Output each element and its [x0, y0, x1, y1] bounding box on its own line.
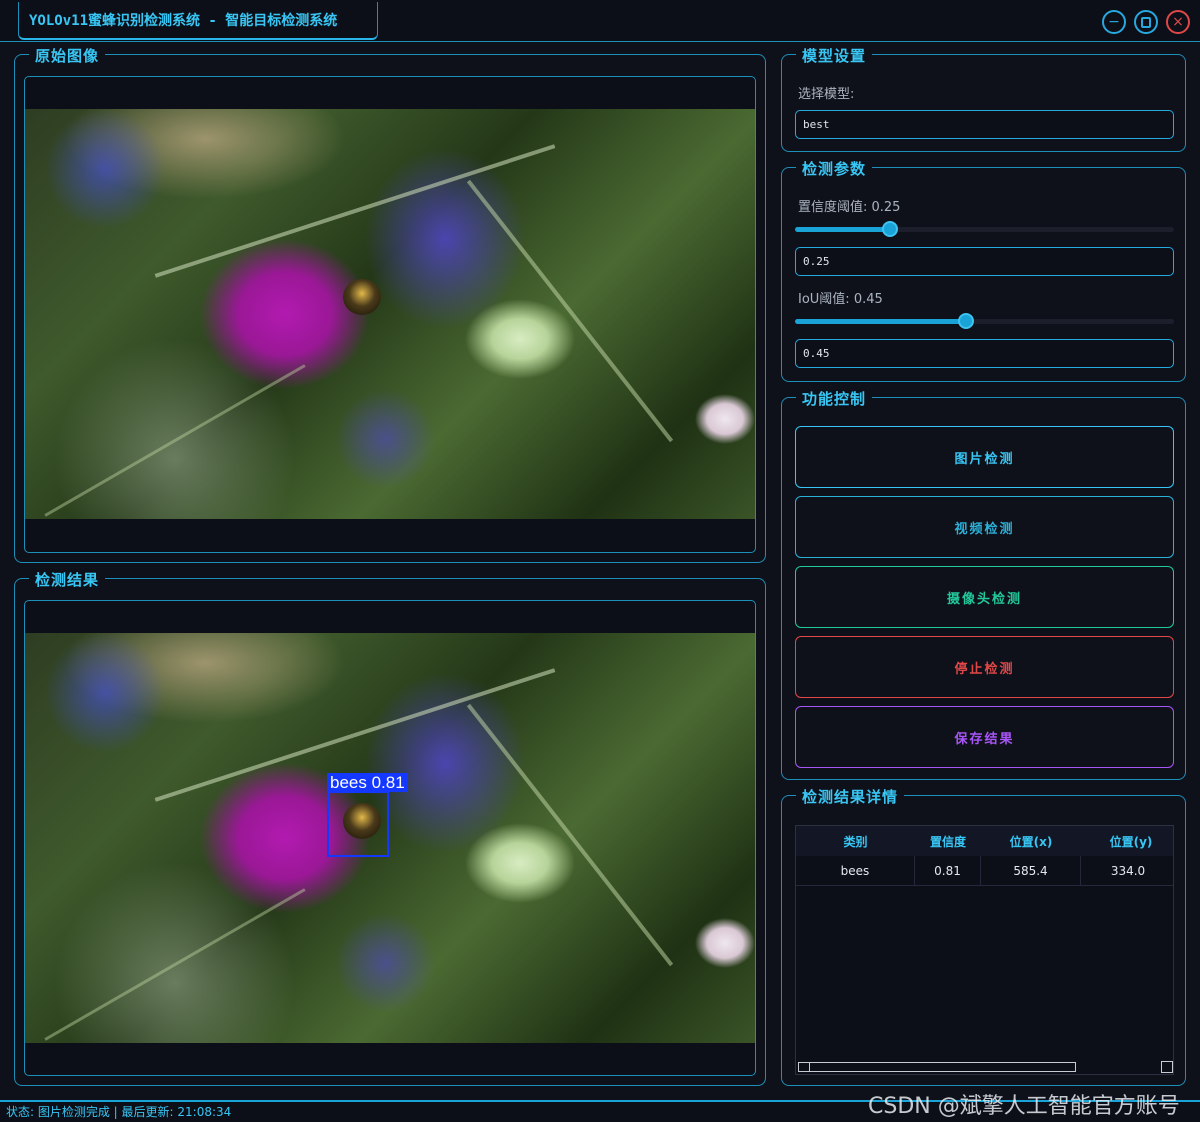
iou-slider[interactable]	[795, 313, 1174, 329]
original-image-title: 原始图像	[29, 45, 106, 66]
camera-detect-button[interactable]: 摄像头检测	[795, 566, 1174, 628]
select-model-label: 选择模型:	[798, 87, 855, 102]
save-result-button[interactable]: 保存结果	[795, 706, 1174, 768]
function-control-panel: 功能控制 图片检测 视频检测 摄像头检测 停止检测 保存结果	[781, 388, 1186, 780]
column-header-confidence[interactable]: 置信度	[915, 826, 981, 856]
table-header: 类别 置信度 位置(x) 位置(y)	[796, 826, 1173, 856]
maximize-icon[interactable]	[1134, 10, 1158, 34]
title-bar: YOLOv11蜜蜂识别检测系统 - 智能目标检测系统 − ×	[0, 0, 1200, 42]
confidence-slider-handle[interactable]	[881, 221, 898, 237]
function-control-title: 功能控制	[796, 388, 873, 409]
original-image-frame	[24, 76, 756, 553]
scroll-left-icon[interactable]	[798, 1062, 810, 1072]
result-image: bees 0.81	[25, 633, 755, 1043]
model-settings-panel: 模型设置 选择模型: best	[781, 45, 1186, 152]
detection-box	[327, 791, 389, 857]
video-detect-button[interactable]: 视频检测	[795, 496, 1174, 558]
confidence-label: 置信度阈值: 0.25	[798, 200, 901, 215]
table-row[interactable]: bees 0.81 585.4 334.0	[796, 856, 1173, 886]
cell-y: 334.0	[1110, 864, 1146, 878]
image-detect-button[interactable]: 图片检测	[795, 426, 1174, 488]
cell-x: 585.4	[981, 856, 1081, 886]
iou-slider-handle[interactable]	[957, 313, 974, 329]
result-image-frame: bees 0.81	[24, 600, 756, 1076]
model-select[interactable]: best	[795, 110, 1174, 139]
scroll-right-icon[interactable]	[1161, 1061, 1173, 1073]
iou-label: IoU阈值: 0.45	[798, 292, 883, 307]
result-details-panel: 检测结果详情 类别 置信度 位置(x) 位置(y) bees 0.81 585.…	[781, 786, 1186, 1086]
cell-confidence: 0.81	[915, 856, 981, 886]
minimize-icon[interactable]: −	[1102, 10, 1126, 34]
detection-params-panel: 检测参数 置信度阈值: 0.25 0.25 IoU阈值: 0.45 0.45	[781, 158, 1186, 382]
result-details-title: 检测结果详情	[796, 786, 905, 807]
column-header-y[interactable]: 位置(y)	[1081, 826, 1173, 856]
close-icon[interactable]: ×	[1166, 10, 1190, 34]
cell-class: bees	[796, 856, 915, 886]
bee-figure	[343, 279, 381, 315]
scrollbar-thumb[interactable]	[798, 1062, 1076, 1072]
result-table: 类别 置信度 位置(x) 位置(y) bees 0.81 585.4 334.0	[795, 825, 1174, 1075]
horizontal-scrollbar[interactable]	[796, 1060, 1173, 1074]
original-image-panel: 原始图像	[14, 45, 766, 563]
confidence-input[interactable]: 0.25	[795, 247, 1174, 276]
watermark: CSDN @斌擎人工智能官方账号	[868, 1094, 1180, 1119]
detection-result-title: 检测结果	[29, 569, 106, 590]
iou-input[interactable]: 0.45	[795, 339, 1174, 368]
original-image	[25, 109, 755, 519]
model-settings-title: 模型设置	[796, 45, 873, 66]
detection-label: bees 0.81	[327, 773, 408, 792]
column-header-x[interactable]: 位置(x)	[981, 826, 1081, 856]
window-title: YOLOv11蜜蜂识别检测系统 - 智能目标检测系统	[18, 2, 378, 40]
confidence-slider[interactable]	[795, 221, 1174, 237]
detection-result-panel: 检测结果 bees 0.81	[14, 569, 766, 1086]
detection-params-title: 检测参数	[796, 158, 873, 179]
stop-detect-button[interactable]: 停止检测	[795, 636, 1174, 698]
column-header-class[interactable]: 类别	[796, 826, 915, 856]
